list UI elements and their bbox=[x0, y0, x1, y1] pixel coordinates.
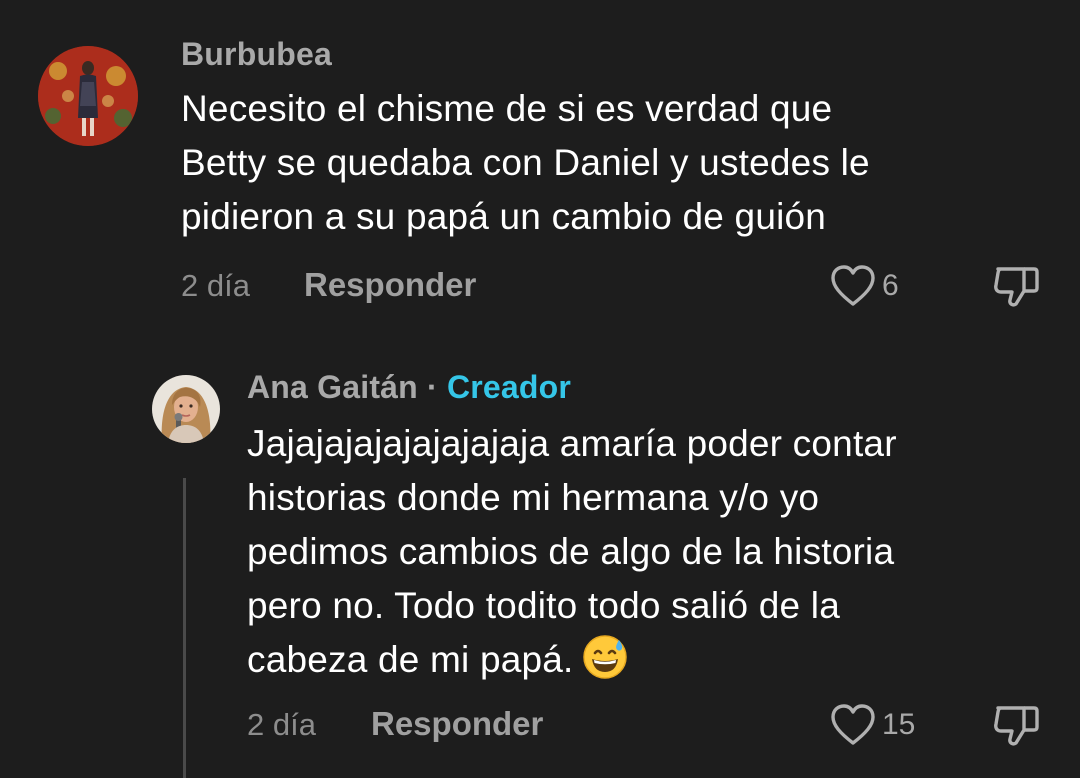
heart-icon bbox=[831, 265, 875, 306]
separator-dot: · bbox=[427, 369, 438, 405]
avatar-ana-gaitan[interactable] bbox=[152, 375, 220, 443]
reply-button[interactable]: Responder bbox=[304, 266, 476, 304]
comment-username[interactable]: Burbubea bbox=[181, 36, 332, 73]
heart-icon bbox=[831, 704, 875, 745]
reply-timestamp: 2 día bbox=[247, 707, 316, 742]
thumbs-down-icon bbox=[994, 706, 1039, 746]
like-count: 6 bbox=[882, 269, 899, 302]
like-button[interactable]: 6 bbox=[830, 264, 899, 308]
reply-text: Jajajajajajajajajaja amaría poder contar… bbox=[247, 417, 897, 695]
avatar-burbubea[interactable] bbox=[38, 46, 138, 146]
reply-like-count: 15 bbox=[882, 708, 916, 741]
reply-username[interactable]: Ana Gaitán bbox=[247, 369, 418, 405]
reply-username-row: Ana Gaitán · Creador bbox=[247, 369, 571, 406]
dislike-button[interactable] bbox=[992, 264, 1042, 315]
thread-line bbox=[183, 478, 186, 778]
thumbs-down-icon bbox=[994, 267, 1039, 307]
grinning-face-with-sweat-emoji bbox=[582, 634, 628, 695]
reply-reply-button[interactable]: Responder bbox=[371, 705, 543, 743]
reply-dislike-button[interactable] bbox=[992, 703, 1042, 754]
comment-timestamp: 2 día bbox=[181, 268, 250, 303]
reply-like-button[interactable]: 15 bbox=[830, 703, 915, 747]
creator-badge: Creador bbox=[446, 369, 572, 405]
comment-text: Necesito el chisme de si es verdad que B… bbox=[181, 88, 870, 237]
